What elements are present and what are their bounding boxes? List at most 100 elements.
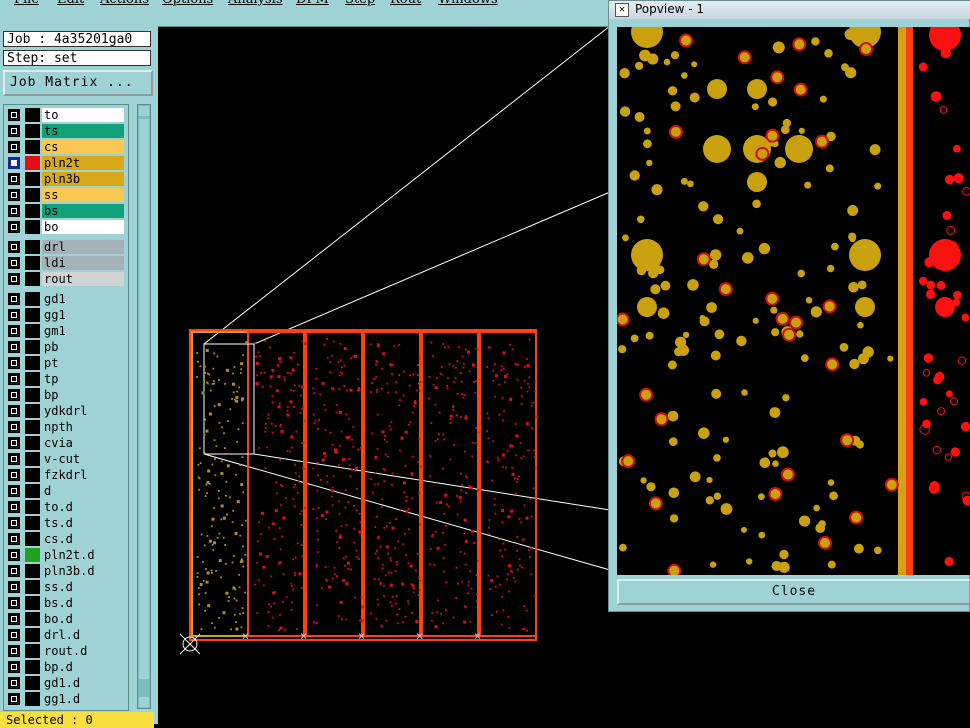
layer-checkbox[interactable] — [8, 517, 20, 529]
layer-name[interactable]: bo — [42, 220, 124, 234]
layer-color-swatch[interactable] — [25, 436, 40, 450]
layer-checkbox[interactable] — [8, 437, 20, 449]
layer-row-drl[interactable]: drl — [4, 239, 128, 255]
layer-color-swatch[interactable] — [25, 388, 40, 402]
layer-checkbox[interactable] — [8, 157, 20, 169]
layer-name[interactable]: d — [42, 484, 124, 498]
layer-row-pt[interactable]: pt — [4, 355, 128, 371]
layer-color-swatch[interactable] — [25, 256, 40, 270]
layer-name[interactable]: gm1 — [42, 324, 124, 338]
layer-color-swatch[interactable] — [25, 172, 40, 186]
layer-checkbox[interactable] — [8, 389, 20, 401]
layer-name[interactable]: gd1 — [42, 292, 124, 306]
layer-checkbox[interactable] — [8, 293, 20, 305]
layer-row-to[interactable]: to — [4, 107, 128, 123]
layer-checkbox[interactable] — [8, 629, 20, 641]
layer-checkbox[interactable] — [8, 109, 20, 121]
layer-row-gd1.d[interactable]: gd1.d — [4, 675, 128, 691]
layer-list-scrollbar[interactable] — [137, 104, 151, 709]
layer-color-swatch[interactable] — [25, 140, 40, 154]
layer-checkbox[interactable] — [8, 549, 20, 561]
layer-checkbox[interactable] — [8, 325, 20, 337]
layer-row-to.d[interactable]: to.d — [4, 499, 128, 515]
layer-name[interactable]: rout.d — [42, 644, 124, 658]
popview-titlebar[interactable]: ✕ Popview - 1 — [609, 1, 970, 19]
layer-row-fzkdrl[interactable]: fzkdrl — [4, 467, 128, 483]
layer-color-swatch[interactable] — [25, 156, 40, 170]
layer-row-pln3b.d[interactable]: pln3b.d — [4, 563, 128, 579]
layer-color-swatch[interactable] — [25, 324, 40, 338]
layer-checkbox[interactable] — [8, 241, 20, 253]
layer-color-swatch[interactable] — [25, 340, 40, 354]
layer-name[interactable]: v-cut — [42, 452, 124, 466]
menu-analysis[interactable]: Analysis — [228, 0, 283, 7]
layer-color-swatch[interactable] — [25, 124, 40, 138]
layer-name[interactable]: pln2t.d — [42, 548, 124, 562]
layer-checkbox[interactable] — [8, 173, 20, 185]
layer-color-swatch[interactable] — [25, 580, 40, 594]
layer-checkbox[interactable] — [8, 677, 20, 689]
layer-name[interactable]: ydkdrl — [42, 404, 124, 418]
job-matrix-button[interactable]: Job Matrix ... — [3, 70, 153, 96]
layer-name[interactable]: ss.d — [42, 580, 124, 594]
layer-color-swatch[interactable] — [25, 404, 40, 418]
layer-row-pb[interactable]: pb — [4, 339, 128, 355]
layer-color-swatch[interactable] — [25, 108, 40, 122]
layer-name[interactable]: drl.d — [42, 628, 124, 642]
layer-row-cs[interactable]: cs — [4, 139, 128, 155]
layer-row-pln2t[interactable]: pln2t — [4, 155, 128, 171]
layer-name[interactable]: bs.d — [42, 596, 124, 610]
layer-color-swatch[interactable] — [25, 628, 40, 642]
layer-name[interactable]: cs.d — [42, 532, 124, 546]
layer-row-bo.d[interactable]: bo.d — [4, 611, 128, 627]
layer-row-gd1[interactable]: gd1 — [4, 291, 128, 307]
close-button[interactable]: Close — [617, 579, 970, 605]
layer-checkbox[interactable] — [8, 273, 20, 285]
layer-row-bp[interactable]: bp — [4, 387, 128, 403]
layer-name[interactable]: ss — [42, 188, 124, 202]
layer-checkbox[interactable] — [8, 469, 20, 481]
layer-color-swatch[interactable] — [25, 484, 40, 498]
layer-row-bp.d[interactable]: bp.d — [4, 659, 128, 675]
layer-checkbox[interactable] — [8, 581, 20, 593]
layer-row-ldi[interactable]: ldi — [4, 255, 128, 271]
layer-name[interactable]: gg1.d — [42, 692, 124, 706]
layer-checkbox[interactable] — [8, 221, 20, 233]
layer-checkbox[interactable] — [8, 309, 20, 321]
layer-color-swatch[interactable] — [25, 676, 40, 690]
layer-checkbox[interactable] — [8, 141, 20, 153]
layer-color-swatch[interactable] — [25, 596, 40, 610]
layer-name[interactable]: pln3b — [42, 172, 124, 186]
layer-checkbox[interactable] — [8, 405, 20, 417]
layer-checkbox[interactable] — [8, 189, 20, 201]
layer-row-d[interactable]: d — [4, 483, 128, 499]
layer-row-gg1.d[interactable]: gg1.d — [4, 691, 128, 707]
layer-name[interactable]: to — [42, 108, 124, 122]
layer-color-swatch[interactable] — [25, 660, 40, 674]
layer-color-swatch[interactable] — [25, 372, 40, 386]
layer-color-swatch[interactable] — [25, 220, 40, 234]
layer-name[interactable]: bp.d — [42, 660, 124, 674]
scroll-up-icon[interactable] — [139, 106, 149, 116]
menu-windows[interactable]: Windows — [438, 0, 498, 7]
layer-row-rout[interactable]: rout — [4, 271, 128, 287]
layer-color-swatch[interactable] — [25, 292, 40, 306]
layer-name[interactable]: gg1 — [42, 308, 124, 322]
layer-name[interactable]: drl — [42, 240, 124, 254]
layer-row-ss.d[interactable]: ss.d — [4, 579, 128, 595]
layer-row-tp[interactable]: tp — [4, 371, 128, 387]
layer-row-gm1[interactable]: gm1 — [4, 323, 128, 339]
layer-checkbox[interactable] — [8, 501, 20, 513]
layer-row-rout.d[interactable]: rout.d — [4, 643, 128, 659]
layer-checkbox[interactable] — [8, 661, 20, 673]
layer-row-ts.d[interactable]: ts.d — [4, 515, 128, 531]
layer-color-swatch[interactable] — [25, 308, 40, 322]
layer-checkbox[interactable] — [8, 597, 20, 609]
menu-step[interactable]: Step — [345, 0, 375, 7]
layer-row-gg1[interactable]: gg1 — [4, 307, 128, 323]
layer-color-swatch[interactable] — [25, 240, 40, 254]
layer-checkbox[interactable] — [8, 613, 20, 625]
menu-edit[interactable]: Edit — [57, 0, 84, 7]
layer-checkbox[interactable] — [8, 421, 20, 433]
layer-checkbox[interactable] — [8, 341, 20, 353]
